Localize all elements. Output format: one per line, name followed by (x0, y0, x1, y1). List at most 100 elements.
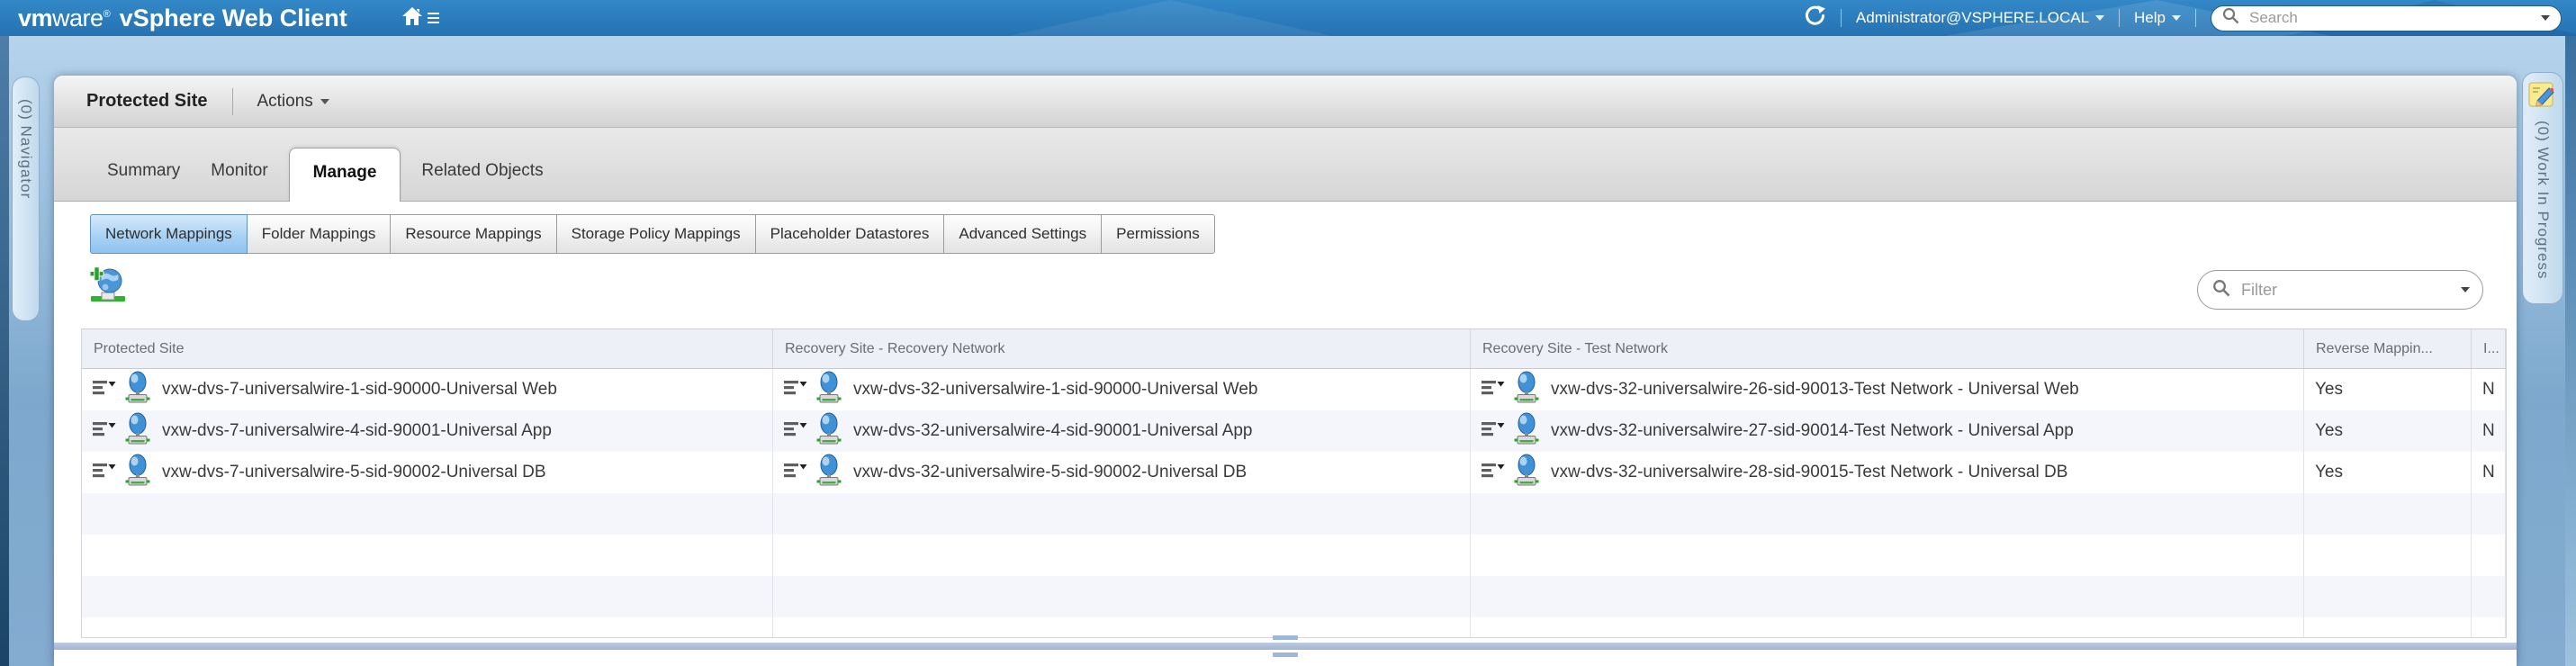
column-header-recovery-site-test-network[interactable]: Recovery Site - Test Network (1471, 329, 2304, 368)
column-header-recovery-site-recovery-network[interactable]: Recovery Site - Recovery Network (773, 329, 1471, 368)
row-actions-icon[interactable] (784, 461, 807, 484)
network-portgroup-icon (1514, 454, 1539, 491)
protected-site-cell: vxw-dvs-7-universalwire-4-sid-90001-Univ… (82, 410, 773, 452)
row-actions-icon[interactable] (93, 419, 116, 443)
column-header-label: I... (2483, 340, 2499, 356)
row-actions-icon[interactable] (93, 461, 116, 484)
vsphere-web-client-screen: vmware® vSphere Web Client Administrator@… (0, 0, 2576, 666)
actions-menu-button[interactable]: Actions (257, 92, 329, 112)
recovery-network-cell: vxw-dvs-32-universalwire-4-sid-90001-Uni… (773, 410, 1471, 452)
truncated-value: N (2482, 463, 2495, 482)
column-header-label: Recovery Site - Recovery Network (785, 340, 1005, 356)
subtab-storage-policy-mappings[interactable]: Storage Policy Mappings (555, 214, 756, 254)
work-in-progress-collapsed-panel[interactable]: (0) Work In Progress (2522, 72, 2563, 304)
help-menu-label: Help (2134, 9, 2166, 26)
column-header-i[interactable]: I... (2472, 329, 2506, 368)
table-row[interactable]: vxw-dvs-7-universalwire-1-sid-90000-Univ… (82, 369, 2506, 410)
filter-input[interactable] (2239, 279, 2452, 301)
chevron-down-icon (2172, 15, 2181, 21)
subtab-placeholder-datastores[interactable]: Placeholder Datastores (754, 214, 945, 254)
add-network-mapping-icon[interactable] (88, 265, 128, 304)
search-icon (2222, 7, 2239, 29)
test-network-cell: vxw-dvs-32-universalwire-28-sid-90015-Te… (1471, 452, 2304, 493)
global-search-input[interactable] (2247, 8, 2533, 28)
search-scope-dropdown-icon[interactable] (2541, 15, 2550, 21)
recovery-network-cell: vxw-dvs-32-universalwire-5-sid-90002-Uni… (773, 452, 1471, 493)
tab-bar: Summary Monitor Manage Related Objects (54, 128, 2517, 202)
splitter-handle[interactable] (1273, 635, 1298, 640)
object-header-bar: Protected Site Actions (54, 76, 2517, 128)
tab-label: Summary (107, 161, 181, 180)
network-portgroup-icon (1514, 412, 1539, 450)
subtab-label: Permissions (1116, 225, 1200, 242)
tab-related-objects[interactable]: Related Objects (406, 161, 558, 201)
global-search-box[interactable] (2211, 4, 2562, 32)
actions-label: Actions (257, 91, 313, 111)
column-header-reverse-mappin[interactable]: Reverse Mappin... (2304, 329, 2472, 368)
filter-search-icon (2212, 279, 2230, 302)
column-header-label: Reverse Mappin... (2316, 340, 2433, 356)
refresh-icon[interactable] (1804, 4, 1826, 32)
column-header-protected-site[interactable]: Protected Site (82, 329, 773, 368)
row-actions-icon[interactable] (1482, 419, 1505, 443)
table-row[interactable]: vxw-dvs-7-universalwire-4-sid-90001-Univ… (82, 410, 2506, 452)
table-header-row: Protected Site Recovery Site - Recovery N… (82, 329, 2506, 369)
network-portgroup-icon (125, 412, 150, 450)
subtab-bar: Network Mappings Folder Mappings Resource … (90, 214, 1215, 254)
user-menu[interactable]: Administrator@VSPHERE.LOCAL (1855, 9, 2105, 27)
menu-icon[interactable] (427, 10, 439, 26)
test-network-name: vxw-dvs-32-universalwire-26-sid-90013-Te… (1551, 380, 2079, 399)
logo-ware: ware (52, 4, 104, 32)
navigator-label: (0) Navigator (17, 99, 35, 200)
work-in-progress-label: (0) Work In Progress (2535, 121, 2552, 280)
test-network-name: vxw-dvs-32-universalwire-28-sid-90015-Te… (1551, 463, 2068, 482)
row-actions-icon[interactable] (784, 419, 807, 443)
help-menu[interactable]: Help (2134, 9, 2181, 27)
protected-site-cell: vxw-dvs-7-universalwire-1-sid-90000-Univ… (82, 369, 773, 410)
subtab-advanced-settings[interactable]: Advanced Settings (943, 214, 1103, 254)
banner-separator (1840, 9, 1842, 27)
reverse-mapping-value: Yes (2315, 463, 2343, 482)
tab-summary[interactable]: Summary (92, 161, 195, 201)
tab-label: Related Objects (421, 161, 544, 180)
logo-registered-mark: ® (103, 8, 111, 20)
table-row[interactable]: vxw-dvs-7-universalwire-5-sid-90002-Univ… (82, 452, 2506, 493)
row-actions-icon[interactable] (1482, 461, 1505, 484)
filter-box[interactable] (2197, 270, 2483, 310)
tab-manage[interactable]: Manage (288, 148, 401, 202)
network-portgroup-icon (816, 412, 842, 450)
network-portgroup-icon (125, 454, 150, 491)
main-content-panel: Protected Site Actions Summary Monitor Man… (54, 76, 2517, 666)
subtab-label: Resource Mappings (405, 225, 542, 242)
page-title: Protected Site (86, 91, 208, 111)
filter-dropdown-icon[interactable] (2461, 287, 2470, 292)
subtab-permissions[interactable]: Permissions (1101, 214, 1215, 254)
splitter-handle[interactable] (1273, 652, 1298, 657)
chevron-down-icon (2095, 15, 2105, 21)
table-body: vxw-dvs-7-universalwire-1-sid-90000-Univ… (82, 369, 2506, 637)
column-header-label: Recovery Site - Test Network (1482, 340, 1668, 356)
truncated-cell: N (2472, 410, 2506, 452)
tab-label: Monitor (211, 161, 268, 180)
row-actions-icon[interactable] (784, 378, 807, 401)
subtab-resource-mappings[interactable]: Resource Mappings (390, 214, 557, 254)
logo-vm: vm (18, 4, 53, 32)
subtab-folder-mappings[interactable]: Folder Mappings (246, 214, 392, 254)
reverse-mapping-cell: Yes (2304, 410, 2472, 452)
row-actions-icon[interactable] (93, 378, 116, 401)
header-divider (232, 87, 234, 115)
truncated-value: N (2482, 380, 2495, 399)
reverse-mapping-value: Yes (2315, 421, 2343, 440)
network-portgroup-icon (816, 454, 842, 491)
horizontal-splitter[interactable] (54, 643, 2517, 650)
navigator-collapsed-panel[interactable]: (0) Navigator (12, 76, 40, 321)
network-portgroup-icon (125, 371, 150, 409)
subtab-network-mappings[interactable]: Network Mappings (90, 214, 248, 254)
home-icon[interactable] (401, 6, 423, 31)
page-right-edge (2565, 36, 2576, 666)
subtab-label: Network Mappings (105, 225, 232, 242)
reverse-mapping-cell: Yes (2304, 452, 2472, 493)
tab-monitor[interactable]: Monitor (195, 161, 283, 201)
user-menu-label: Administrator@VSPHERE.LOCAL (1855, 9, 2090, 26)
row-actions-icon[interactable] (1482, 378, 1505, 401)
